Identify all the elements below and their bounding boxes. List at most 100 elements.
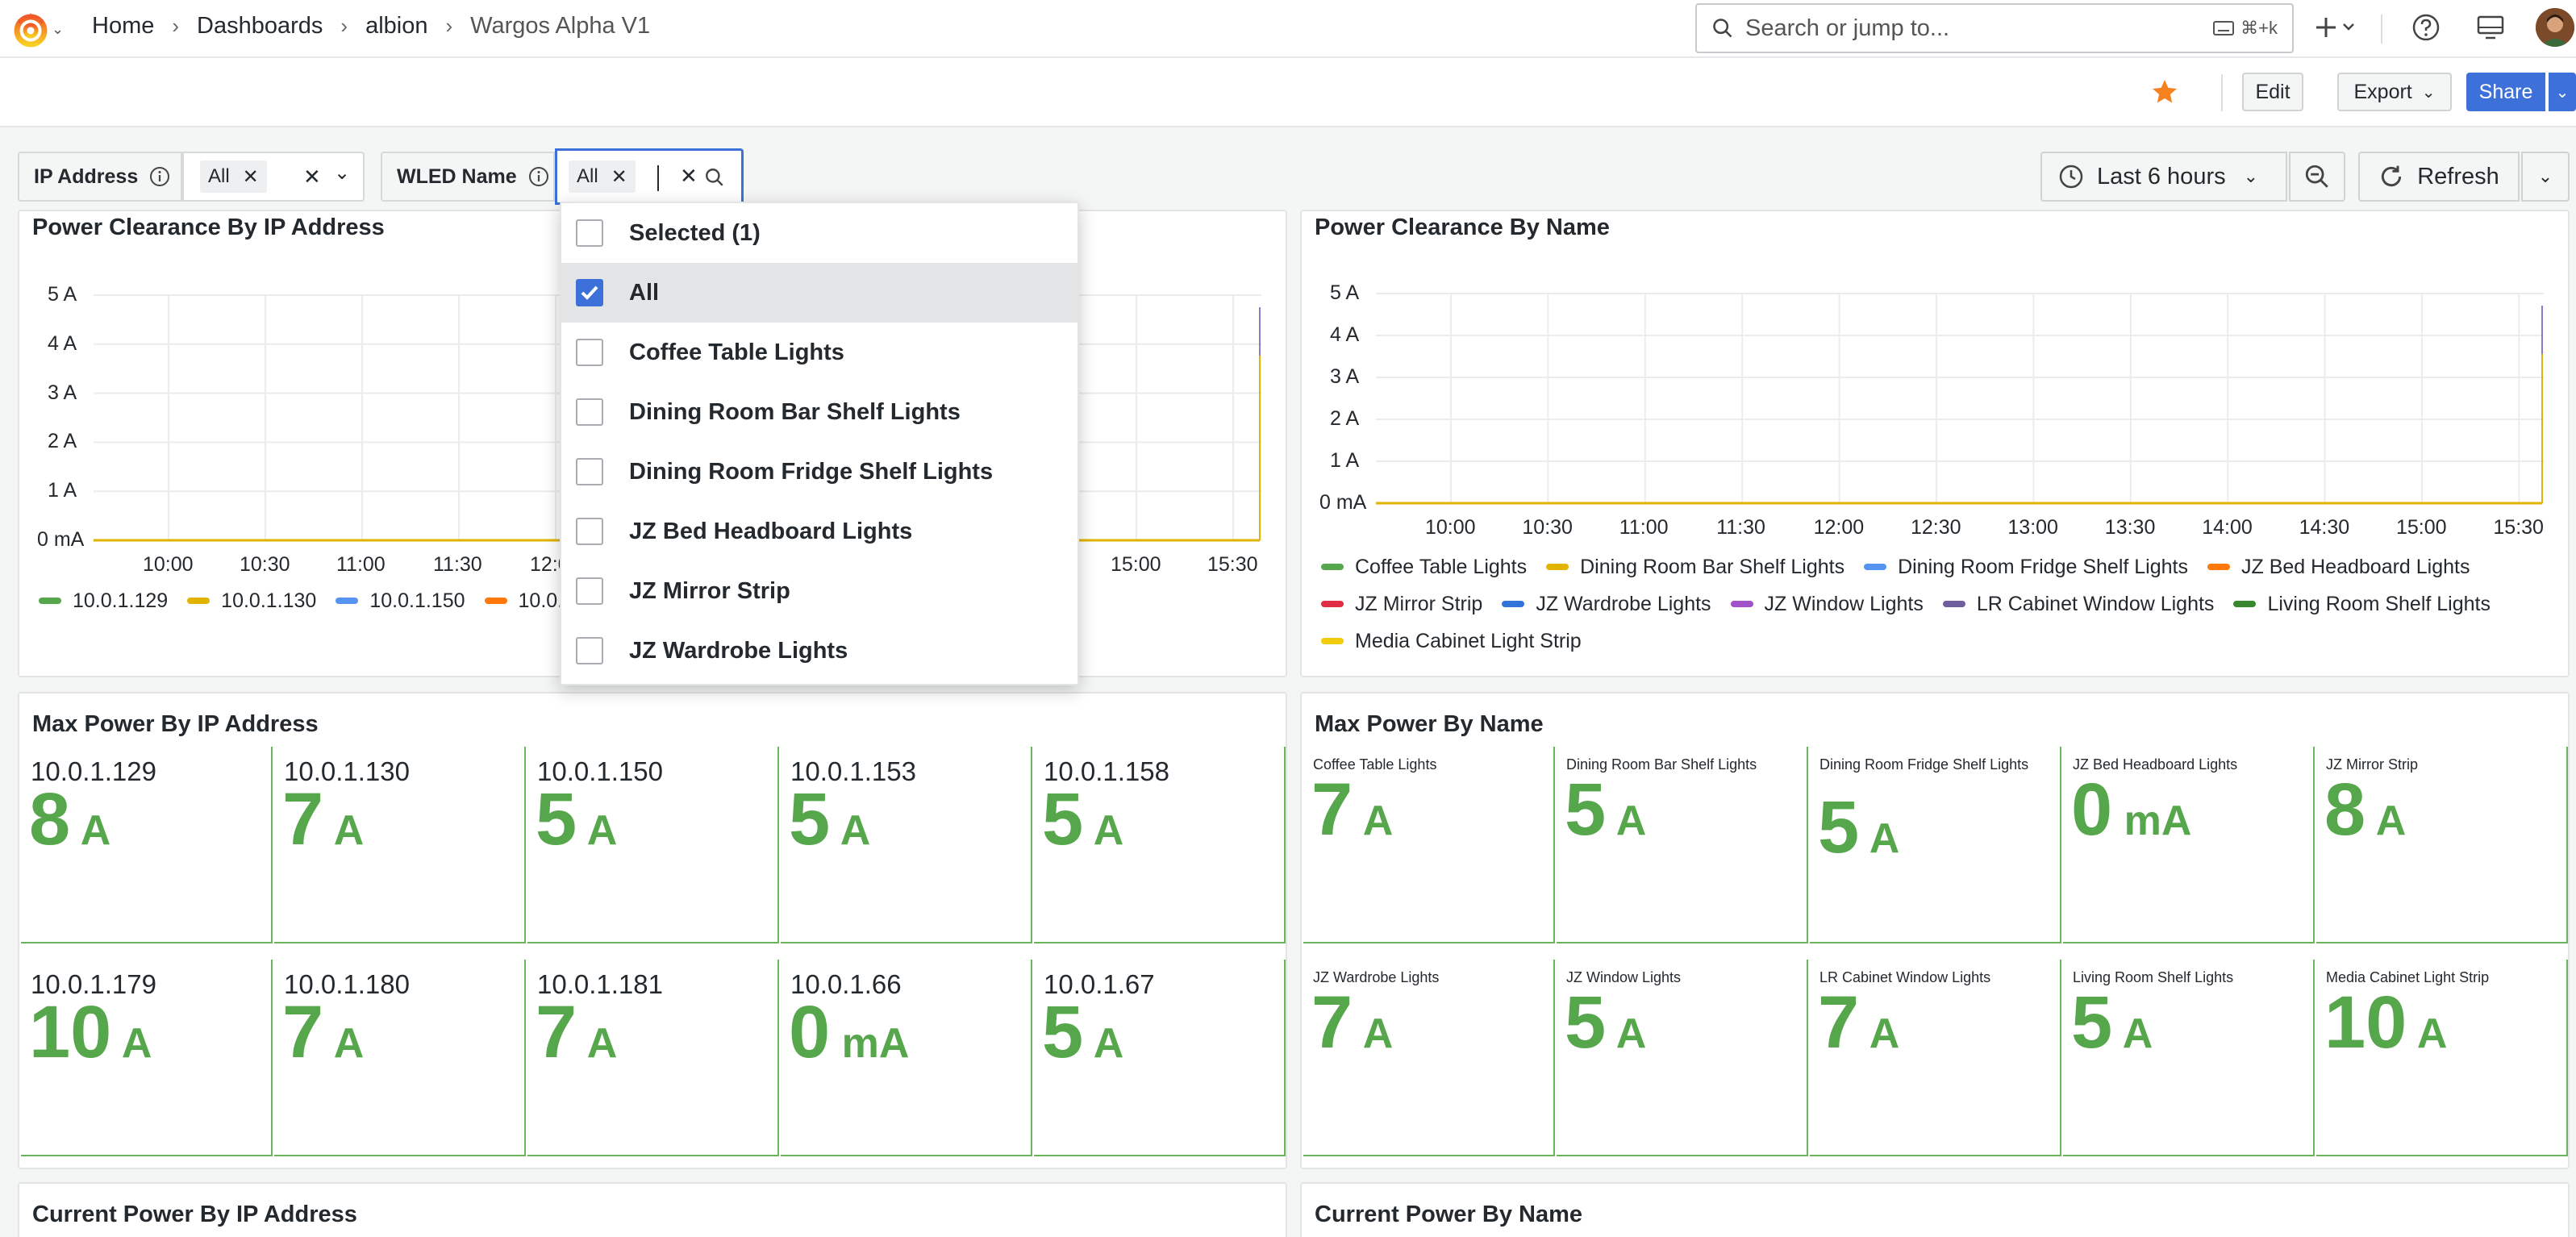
x-tick-label: 13:00	[2007, 516, 2058, 539]
stat-value: 10 A	[29, 990, 152, 1075]
stat-tile: 10.0.1.150 5 A	[527, 747, 779, 943]
zoom-out-button[interactable]	[2289, 152, 2345, 202]
tv-mode-icon[interactable]	[2476, 13, 2505, 46]
favorite-star-icon[interactable]	[2150, 77, 2179, 110]
option-item[interactable]: JZ Bed Headboard Lights	[561, 502, 1078, 561]
breadcrumb-folder[interactable]: albion	[365, 13, 427, 40]
legend-item[interactable]: Media Cabinet Light Strip	[1321, 623, 1582, 660]
option-label: Coffee Table Lights	[629, 339, 844, 365]
time-range-picker[interactable]: Last 6 hours ⌄	[2040, 152, 2287, 202]
breadcrumb-home[interactable]: Home	[92, 13, 154, 40]
stat-value: 10 A	[2324, 981, 2447, 1065]
legend-item[interactable]: Living Room Shelf Lights	[2233, 585, 2491, 623]
stat-tile: Dining Room Bar Shelf Lights 5 A	[1557, 747, 1808, 943]
stat-value: 0 mA	[2071, 768, 2191, 852]
search-input[interactable]: Search or jump to... ⌘+k	[1695, 3, 2294, 53]
search-placeholder: Search or jump to...	[1745, 15, 1950, 41]
y-tick-label: 2 A	[1330, 407, 1360, 430]
legend-item[interactable]: JZ Window Lights	[1730, 585, 1924, 623]
checkbox[interactable]	[576, 279, 603, 306]
refresh-interval-dropdown[interactable]: ⌄	[2521, 152, 2570, 202]
refresh-button[interactable]: Refresh	[2358, 152, 2520, 202]
checkbox[interactable]	[576, 398, 603, 426]
panel-title: Current Power By IP Address	[32, 1202, 357, 1227]
stat-number: 7	[282, 778, 324, 860]
legend-swatch	[1502, 601, 1525, 607]
x-tick-label: 10:00	[1425, 516, 1476, 539]
checkbox[interactable]	[576, 577, 603, 605]
legend-item[interactable]: LR Cabinet Window Lights	[1942, 585, 2214, 623]
checkbox[interactable]	[576, 339, 603, 366]
chevron-down-icon: ⌄	[2555, 83, 2570, 102]
chevron-down-icon: ⌄	[2421, 83, 2436, 102]
stat-unit: A	[1606, 1010, 1647, 1057]
share-button[interactable]: Share	[2466, 73, 2545, 111]
clear-icon[interactable]: ✕	[680, 164, 698, 189]
chevron-down-icon[interactable]: ⌄	[52, 21, 64, 38]
x-tick-label: 10:00	[143, 553, 194, 576]
x-tick-label: 15:00	[2396, 516, 2447, 539]
stat-label: Dining Room Fridge Shelf Lights	[1819, 756, 2029, 773]
stat-unit: A	[1083, 1020, 1124, 1067]
check-icon	[581, 285, 598, 300]
chevron-down-icon[interactable]: ⌄	[334, 161, 350, 185]
checkbox[interactable]	[576, 637, 603, 664]
chevron-down-icon: ⌄	[2243, 166, 2259, 186]
legend-item[interactable]: 10.0.1.150	[336, 582, 465, 619]
checkbox[interactable]	[576, 518, 603, 545]
option-item[interactable]: Dining Room Fridge Shelf Lights	[561, 442, 1078, 502]
legend-item[interactable]: Dining Room Bar Shelf Lights	[1546, 548, 1844, 585]
avatar[interactable]	[2536, 8, 2574, 47]
info-icon[interactable]	[149, 166, 170, 187]
info-icon[interactable]	[528, 166, 549, 187]
share-dropdown-button[interactable]: ⌄	[2549, 73, 2576, 111]
legend-item[interactable]: JZ Mirror Strip	[1321, 585, 1482, 623]
option-item[interactable]: Dining Room Bar Shelf Lights	[561, 382, 1078, 442]
search-icon[interactable]	[704, 167, 725, 188]
option-item[interactable]: All	[561, 263, 1078, 323]
wled-name-variable-select[interactable]: All ✕ ✕	[555, 148, 744, 205]
legend-swatch	[336, 598, 359, 604]
remove-chip-icon[interactable]: ✕	[243, 165, 259, 189]
refresh-icon	[2382, 165, 2402, 187]
ip-address-variable-select[interactable]: All ✕ ✕ ⌄	[182, 152, 365, 202]
breadcrumb-dashboards[interactable]: Dashboards	[197, 13, 323, 40]
legend-item[interactable]: Coffee Table Lights	[1321, 548, 1527, 585]
stat-unit: A	[577, 1020, 618, 1067]
grafana-logo-icon[interactable]	[11, 10, 50, 48]
legend-swatch	[39, 598, 61, 604]
checkbox[interactable]	[576, 458, 603, 485]
stat-value: 5 A	[1042, 990, 1123, 1075]
breadcrumb-current: Wargos Alpha V1	[470, 13, 651, 39]
stat-number: 7	[1311, 768, 1353, 851]
option-item[interactable]: Coffee Table Lights	[561, 323, 1078, 382]
y-tick-label: 1 A	[1330, 449, 1360, 472]
option-item[interactable]: JZ Wardrobe Lights	[561, 621, 1078, 681]
legend-item[interactable]: JZ Bed Headboard Lights	[2207, 548, 2470, 585]
legend-item[interactable]: Dining Room Fridge Shelf Lights	[1864, 548, 2188, 585]
legend-item[interactable]: 10.0.1.129	[39, 582, 168, 619]
stat-unit: mA	[830, 1020, 910, 1067]
y-tick-label: 1 A	[48, 479, 77, 502]
edit-button[interactable]: Edit	[2242, 73, 2303, 111]
stat-tile: 10.0.1.153 5 A	[781, 747, 1032, 943]
legend-swatch	[2207, 564, 2230, 570]
add-new-icon[interactable]	[2315, 13, 2360, 46]
stat-tile: 10.0.1.181 7 A	[527, 960, 779, 1156]
legend-item[interactable]: JZ Wardrobe Lights	[1502, 585, 1711, 623]
legend-item[interactable]: 10.0.1.130	[187, 582, 316, 619]
stat-tile: JZ Bed Headboard Lights 0 mA	[2063, 747, 2315, 943]
selected-count-option[interactable]: Selected (1)	[561, 203, 1078, 263]
checkbox[interactable]	[576, 219, 603, 247]
export-button[interactable]: Export ⌄	[2337, 73, 2452, 111]
legend-swatch	[1321, 564, 1344, 570]
x-tick-label: 14:00	[2202, 516, 2253, 539]
remove-chip-icon[interactable]: ✕	[611, 165, 627, 189]
stat-number: 0	[2071, 768, 2113, 851]
option-item[interactable]: JZ Mirror Strip	[561, 561, 1078, 621]
x-tick-label: 14:30	[2299, 516, 2350, 539]
export-label: Export	[2353, 80, 2412, 103]
help-icon[interactable]	[2411, 13, 2441, 46]
stat-value: 8 A	[29, 777, 110, 862]
clear-icon[interactable]: ✕	[303, 165, 321, 190]
